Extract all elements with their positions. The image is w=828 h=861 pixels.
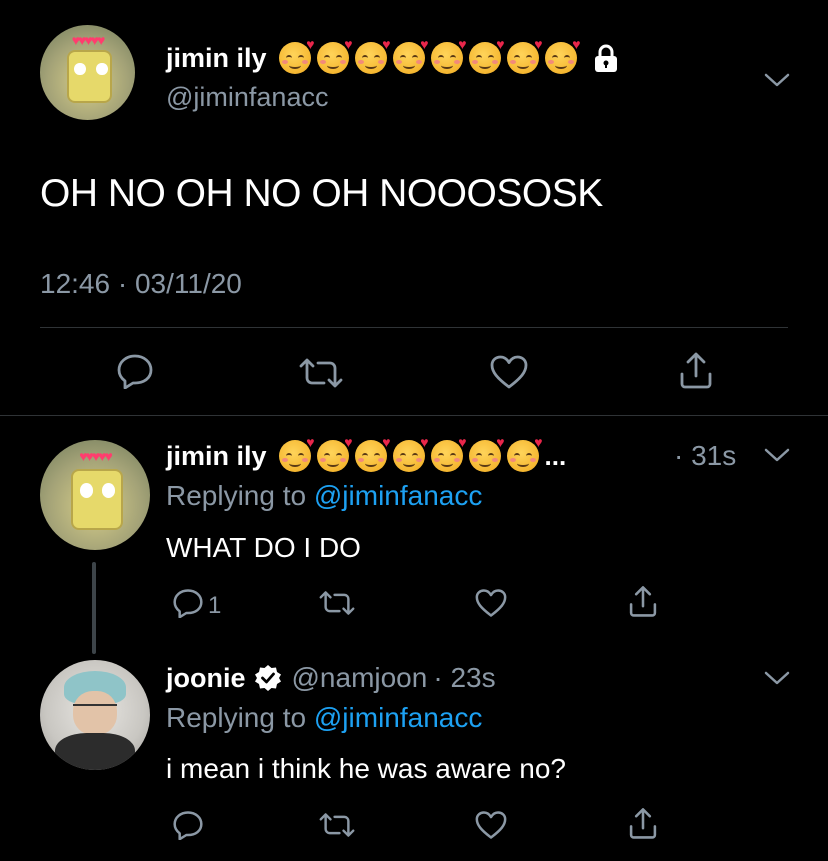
divider: [40, 327, 788, 328]
retweet-icon[interactable]: [318, 812, 356, 838]
smiling-face-with-hearts-icon: [430, 434, 467, 472]
replying-to-handle[interactable]: @jiminfanacc: [314, 480, 482, 511]
avatar[interactable]: ♥♥♥♥♥: [40, 25, 135, 120]
reply-icon[interactable]: [172, 810, 204, 840]
hearts-decoration: ♥♥♥♥♥: [79, 447, 113, 464]
handle[interactable]: @jiminfanacc: [166, 82, 328, 113]
share-icon[interactable]: [626, 806, 660, 840]
like-icon[interactable]: [474, 810, 508, 840]
smiling-face-with-hearts-icon: [278, 434, 315, 472]
share-icon[interactable]: [626, 584, 660, 618]
chevron-down-icon[interactable]: [764, 72, 790, 88]
spongebob-image: [66, 49, 113, 104]
author-row: joonie @namjoon · 23s: [166, 658, 496, 698]
display-name[interactable]: jimin ily: [166, 43, 267, 74]
smiling-face-with-hearts-icon: [354, 36, 391, 74]
smiling-face-with-hearts-icon: [392, 434, 429, 472]
hearts-decoration: ♥♥♥♥♥: [71, 31, 106, 48]
smiling-face-with-hearts-icon: [316, 36, 353, 74]
smiling-face-with-hearts-icon: [506, 36, 543, 74]
replying-to-handle[interactable]: @jiminfanacc: [314, 702, 482, 733]
smiling-face-with-hearts-icon: [316, 434, 353, 472]
retweet-icon[interactable]: [298, 357, 344, 389]
reply-text: i mean i think he was aware no?: [166, 753, 566, 784]
like-icon[interactable]: [489, 354, 529, 390]
author-row: jimin ily ...: [166, 434, 567, 476]
reply-count: 1: [208, 592, 222, 619]
smiling-face-with-hearts-icon: [506, 434, 543, 472]
section-divider: [0, 415, 828, 416]
share-icon[interactable]: [676, 350, 716, 390]
smiling-face-with-hearts-icon: [468, 434, 505, 472]
display-name[interactable]: jimin ily: [166, 441, 267, 472]
verified-badge-icon: [254, 664, 282, 692]
reply-time: · 31s: [674, 440, 737, 471]
reply-icon[interactable]: [172, 588, 204, 618]
smiling-face-with-hearts-icon: [468, 36, 505, 74]
replying-to-label: Replying to: [166, 480, 307, 511]
reply-text: WHAT DO I DO: [166, 532, 361, 563]
like-icon[interactable]: [474, 588, 508, 618]
tweet-text: OH NO OH NO OH NOOOSOSK: [40, 172, 603, 215]
reply-time: · 23s: [433, 662, 496, 693]
smiling-face-with-hearts-icon: [354, 434, 391, 472]
smiling-face-with-hearts-icon: [430, 36, 467, 74]
replying-to: Replying to @jiminfanacc: [166, 480, 482, 512]
avatar[interactable]: ♥♥♥♥♥: [40, 440, 150, 550]
chevron-down-icon[interactable]: [764, 670, 790, 686]
person-glasses: [73, 704, 117, 715]
person-body: [55, 732, 135, 770]
retweet-icon[interactable]: [318, 590, 356, 616]
reply-icon[interactable]: [116, 353, 154, 389]
smiling-face-with-hearts-icon: [392, 36, 429, 74]
smiling-face-with-hearts-icon: [544, 36, 581, 74]
smiling-face-with-hearts-icon: [278, 36, 315, 74]
handle[interactable]: @namjoon: [292, 662, 428, 694]
timestamp[interactable]: 12:46 · 03/11/20: [40, 268, 242, 300]
avatar[interactable]: [40, 660, 150, 770]
replying-to: Replying to @jiminfanacc: [166, 702, 482, 734]
spongebob-image: [70, 468, 124, 530]
replying-to-label: Replying to: [166, 702, 307, 733]
author-row: jimin ily: [166, 36, 619, 78]
truncation-ellipsis: ...: [544, 440, 567, 471]
chevron-down-icon[interactable]: [764, 447, 790, 463]
thread-line: [92, 562, 96, 654]
lock-icon: [593, 43, 619, 73]
display-name[interactable]: joonie: [166, 663, 246, 694]
